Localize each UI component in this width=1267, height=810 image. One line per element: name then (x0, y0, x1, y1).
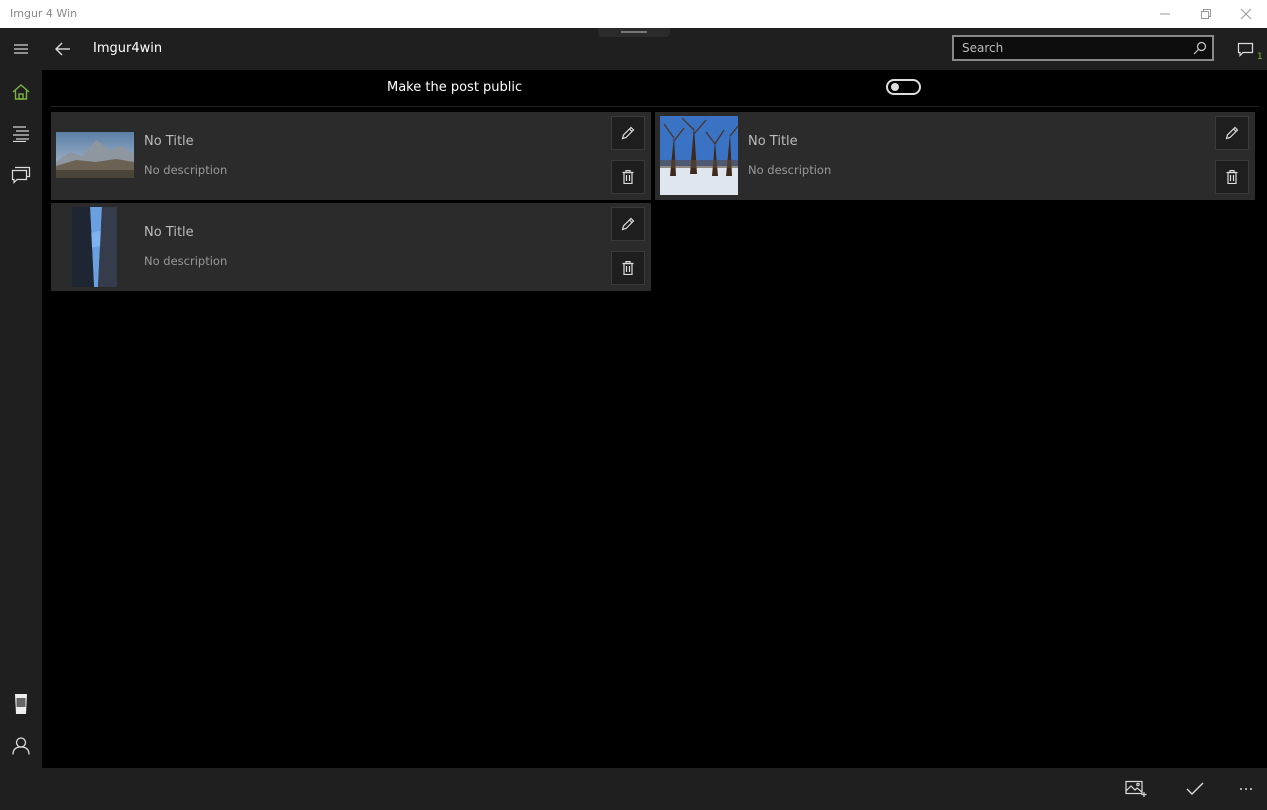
delete-button[interactable] (611, 251, 645, 285)
card-title: No Title (144, 225, 194, 240)
image-thumbnail[interactable] (72, 207, 117, 287)
more-icon (1240, 788, 1252, 790)
pencil-icon (621, 217, 635, 231)
minimize-icon (1160, 13, 1170, 15)
drag-handle[interactable] (598, 28, 670, 37)
back-arrow-icon (55, 42, 70, 56)
search-icon[interactable] (1193, 41, 1207, 55)
edit-button[interactable] (1215, 116, 1249, 150)
search-box[interactable] (952, 35, 1214, 61)
home-icon (12, 84, 30, 100)
image-card: No Title No description (51, 112, 651, 200)
nav-gallery-list[interactable] (8, 121, 34, 147)
restore-icon (1201, 9, 1211, 19)
minimize-button[interactable] (1145, 0, 1185, 28)
hamburger-menu-button[interactable] (8, 36, 34, 62)
add-image-button[interactable] (1123, 776, 1149, 802)
window-title: Imgur 4 Win (10, 7, 78, 20)
nav-messages[interactable] (8, 162, 34, 188)
pencil-icon (621, 126, 635, 140)
pencil-icon (1225, 126, 1239, 140)
nav-beer[interactable] (8, 691, 34, 717)
trash-icon (622, 261, 634, 275)
add-image-icon (1125, 780, 1147, 797)
close-icon (1240, 8, 1252, 20)
beer-icon (15, 694, 27, 714)
close-button[interactable] (1226, 0, 1266, 28)
image-thumbnail[interactable] (56, 132, 134, 178)
mountain-thumbnail (56, 132, 134, 178)
messages-icon (11, 166, 31, 184)
card-title: No Title (748, 134, 798, 149)
trash-icon (622, 170, 634, 184)
skyscraper-thumbnail (72, 207, 117, 287)
search-input[interactable] (954, 37, 1200, 59)
feedback-icon (1237, 42, 1254, 57)
confirm-button[interactable] (1182, 776, 1208, 802)
hamburger-icon (14, 44, 28, 54)
card-description: No description (144, 254, 228, 268)
winter-park-thumbnail (660, 116, 738, 195)
delete-button[interactable] (1215, 160, 1249, 194)
check-icon (1186, 782, 1204, 795)
image-thumbnail[interactable] (660, 116, 738, 195)
more-options-button[interactable] (1233, 776, 1259, 802)
trash-icon (1226, 170, 1238, 184)
edit-button[interactable] (611, 207, 645, 241)
card-description: No description (748, 163, 832, 177)
toggle-knob (891, 83, 899, 91)
user-icon (12, 737, 30, 755)
list-icon (13, 126, 29, 142)
post-visibility-row: Make the post public (51, 70, 1259, 107)
left-nav (0, 70, 42, 798)
nav-account[interactable] (8, 733, 34, 759)
restore-button[interactable] (1186, 0, 1226, 28)
bottom-command-bar (0, 768, 1267, 810)
feedback-button[interactable]: 1 (1233, 36, 1263, 64)
card-description: No description (144, 163, 228, 177)
edit-button[interactable] (611, 116, 645, 150)
make-public-toggle[interactable] (886, 79, 921, 95)
back-button[interactable] (50, 36, 76, 62)
make-public-label: Make the post public (387, 80, 523, 95)
image-card: No Title No description (51, 203, 651, 291)
window-titlebar: Imgur 4 Win (0, 0, 1267, 28)
feedback-count-badge: 1 (1257, 52, 1263, 62)
app-header: Imgur4win 1 (0, 28, 1267, 70)
delete-button[interactable] (611, 160, 645, 194)
card-title: No Title (144, 134, 194, 149)
image-card: No Title No description (655, 112, 1255, 200)
nav-home[interactable] (8, 79, 34, 105)
app-title: Imgur4win (93, 41, 163, 56)
